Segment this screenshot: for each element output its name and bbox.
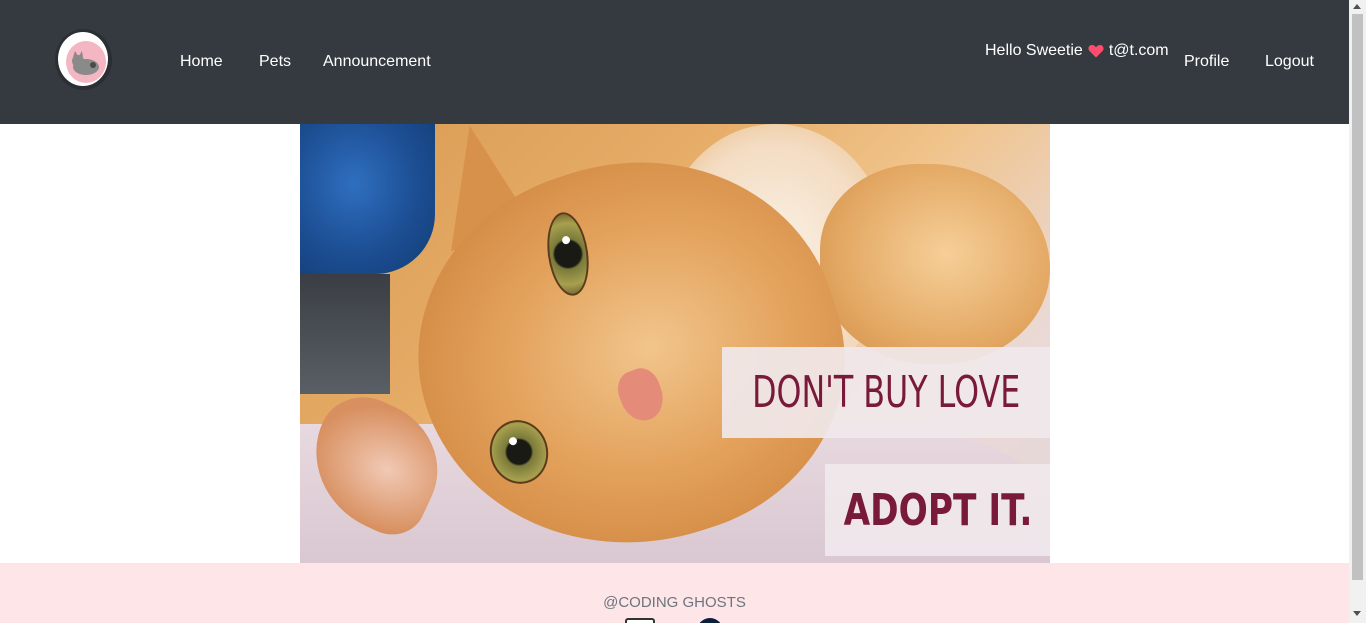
hero-banner-image: DON'T BUY LOVE ADOPT IT. — [300, 124, 1050, 563]
footer-github-icon[interactable] — [697, 618, 723, 623]
footer: @CODING GHOSTS — [0, 563, 1349, 623]
background-dark-object — [300, 274, 390, 394]
vertical-scrollbar[interactable] — [1349, 0, 1366, 623]
background-blue-object — [300, 124, 435, 274]
nav-home-link[interactable]: Home — [180, 52, 223, 72]
nav-profile-link[interactable]: Profile — [1184, 52, 1229, 72]
cat-paw — [820, 164, 1050, 364]
scroll-down-arrow-icon[interactable] — [1353, 611, 1361, 616]
eye-glint — [508, 436, 518, 447]
slogan-line1: DON'T BUY LOVE — [751, 367, 1021, 418]
scrollbar-thumb[interactable] — [1352, 14, 1363, 580]
greeting-text: Hello Sweetie — [985, 42, 1083, 59]
heart-icon — [1088, 45, 1104, 58]
user-greeting: Hello Sweetie t@t.com — [985, 41, 1169, 61]
nav-pets-link[interactable]: Pets — [259, 52, 291, 72]
nav-logout-link[interactable]: Logout — [1265, 52, 1314, 72]
footer-credit: @CODING GHOSTS — [603, 594, 746, 611]
cat-logo-graphic — [72, 51, 99, 75]
slogan-box-line2: ADOPT IT. — [825, 464, 1050, 556]
logo-ring — [58, 32, 108, 86]
footer-laptop-icon[interactable] — [625, 618, 655, 623]
scroll-up-arrow-icon[interactable] — [1353, 4, 1361, 9]
slogan-box-line1: DON'T BUY LOVE — [722, 347, 1050, 438]
slogan-line2: ADOPT IT. — [843, 484, 1032, 536]
page: Home Pets Announcement Hello Sweetie t@t… — [0, 0, 1349, 623]
eye-glint — [561, 235, 571, 245]
site-logo[interactable] — [55, 29, 112, 90]
navbar: Home Pets Announcement Hello Sweetie t@t… — [0, 0, 1349, 124]
user-email: t@t.com — [1108, 42, 1169, 59]
nav-announcement-link[interactable]: Announcement — [323, 52, 431, 72]
cat-logo-icon — [66, 41, 106, 83]
